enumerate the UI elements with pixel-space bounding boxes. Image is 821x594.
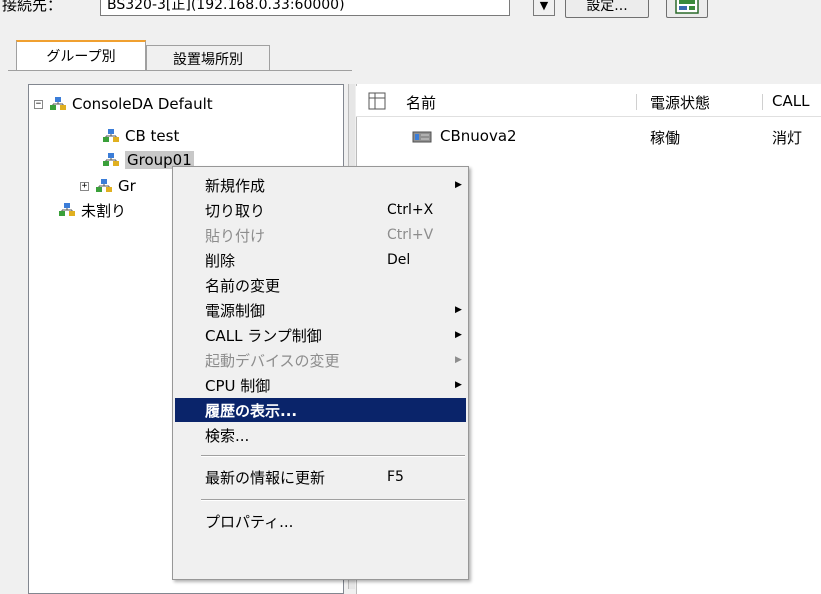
connection-label: 接続先：	[2, 0, 63, 14]
menu-item-label: 履歴の表示...	[205, 401, 298, 420]
submenu-arrow-icon: ▶	[455, 380, 462, 390]
menu-item-label: 切り取り	[205, 201, 266, 220]
menu-item-label: 名前の変更	[205, 276, 281, 295]
cell-device-name[interactable]: CBnuova2	[440, 127, 517, 145]
collapse-icon[interactable]: −	[34, 99, 43, 109]
menu-item-show-history[interactable]: 履歴の表示...	[175, 398, 466, 422]
cell-power-state: 稼働	[650, 129, 681, 147]
tree-item-label: ConsoleDA Default	[72, 95, 213, 113]
connection-dropdown-button[interactable]: ▼	[533, 0, 555, 16]
menu-item-label: 最新の情報に更新	[205, 468, 326, 487]
menu-separator	[201, 455, 465, 457]
menu-item-label: CALL ランプ制御	[205, 326, 322, 345]
menu-item-cut[interactable]: 切り取り Ctrl+X	[175, 198, 466, 222]
menu-item-properties[interactable]: プロパティ...	[175, 509, 466, 533]
tab-location[interactable]: 設置場所別	[146, 45, 270, 71]
cell-call-state: 消灯	[772, 129, 803, 147]
menu-item-new[interactable]: 新規作成 ▶	[175, 173, 466, 197]
column-chooser-icon[interactable]	[368, 92, 386, 114]
menu-item-refresh[interactable]: 最新の情報に更新 F5	[175, 465, 466, 489]
menu-item-label: 削除	[205, 251, 236, 270]
menu-item-delete[interactable]: 削除 Del	[175, 248, 466, 272]
menu-item-shortcut: Ctrl+V	[387, 227, 434, 243]
menu-separator	[201, 499, 465, 501]
menu-item-label: 起動デバイスの変更	[205, 351, 340, 370]
tree-item-label: Gr	[118, 177, 136, 195]
submenu-arrow-icon: ▶	[455, 330, 462, 340]
network-group-icon	[103, 153, 119, 166]
menu-item-paste: 貼り付け Ctrl+V	[175, 223, 466, 247]
tab-group[interactable]: グループ別	[16, 40, 146, 70]
submenu-arrow-icon: ▶	[455, 180, 462, 190]
column-header-power[interactable]: 電源状態	[650, 92, 710, 113]
menu-item-rename[interactable]: 名前の変更	[175, 273, 466, 297]
network-group-icon	[50, 97, 66, 110]
tree-item-label: 未割り	[81, 201, 127, 220]
monitor-button[interactable]	[666, 0, 708, 18]
blade-server-icon	[412, 130, 432, 148]
menu-item-shortcut: F5	[387, 469, 404, 485]
menu-item-label: プロパティ...	[205, 512, 294, 531]
network-group-icon	[96, 179, 112, 192]
network-group-icon	[103, 129, 119, 142]
submenu-arrow-icon: ▶	[455, 355, 462, 365]
connection-field[interactable]: BS320-3[正](192.168.0.33:60000)	[100, 0, 510, 16]
chevron-down-icon: ▼	[539, 0, 549, 12]
menu-item-label: 検索...	[205, 426, 250, 445]
settings-button[interactable]: 設定...	[565, 0, 649, 18]
menu-item-power-control[interactable]: 電源制御 ▶	[175, 298, 466, 322]
tree-item-root[interactable]: − ConsoleDA Default	[34, 94, 213, 114]
tab-divider	[8, 70, 352, 71]
tree-item-label: CB test	[125, 127, 180, 145]
column-header-name[interactable]: 名前	[406, 92, 436, 113]
monitor-icon	[675, 0, 699, 14]
network-group-icon	[59, 203, 75, 216]
menu-item-label: 新規作成	[205, 176, 266, 195]
menu-item-shortcut: Ctrl+X	[387, 202, 434, 218]
menu-item-boot-device: 起動デバイスの変更 ▶	[175, 348, 466, 372]
tree-item-cb-test[interactable]: CB test	[102, 126, 179, 146]
column-header-call[interactable]: CALL	[772, 92, 809, 110]
column-divider[interactable]	[762, 94, 763, 110]
menu-item-label: 電源制御	[205, 301, 266, 320]
context-menu: 新規作成 ▶ 切り取り Ctrl+X 貼り付け Ctrl+V 削除 Del 名前…	[172, 166, 469, 580]
menu-item-label: CPU 制御	[205, 376, 271, 395]
menu-item-search[interactable]: 検索...	[175, 423, 466, 447]
menu-item-cpu-control[interactable]: CPU 制御 ▶	[175, 373, 466, 397]
menu-item-shortcut: Del	[387, 252, 411, 268]
tree-item-gr[interactable]: + Gr	[80, 176, 136, 196]
tree-item-unassigned[interactable]: 未割り	[58, 200, 126, 220]
menu-item-label: 貼り付け	[205, 226, 266, 245]
expand-icon[interactable]: +	[80, 181, 89, 191]
column-divider[interactable]	[636, 94, 637, 110]
menu-item-call-lamp[interactable]: CALL ランプ制御 ▶	[175, 323, 466, 347]
submenu-arrow-icon: ▶	[455, 305, 462, 315]
